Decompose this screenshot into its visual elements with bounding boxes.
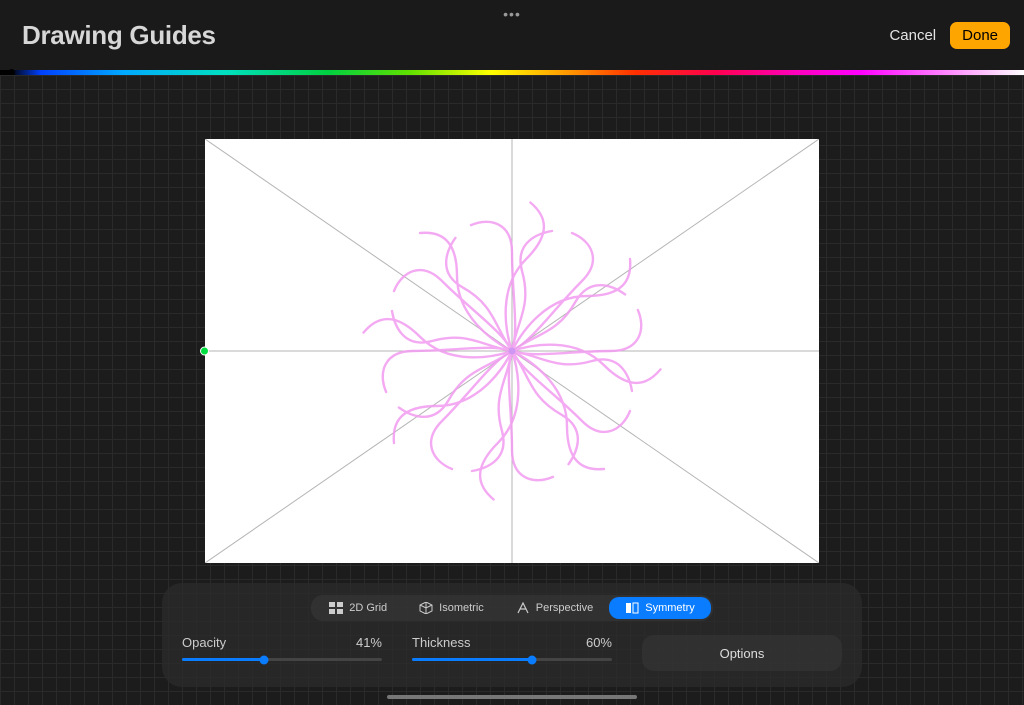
more-icon[interactable]: ••• (503, 6, 521, 22)
segment-label: 2D Grid (349, 602, 387, 614)
canvas[interactable] (205, 139, 819, 563)
thickness-slider-group: Thickness 60% (412, 635, 612, 661)
header-actions: Cancel Done (889, 22, 1010, 49)
cube-icon (419, 602, 433, 614)
segment-label: Perspective (536, 602, 593, 614)
guide-edge-handle[interactable] (200, 347, 209, 356)
opacity-slider[interactable] (182, 658, 382, 661)
opacity-slider-group: Opacity 41% (182, 635, 382, 661)
segment-isometric[interactable]: Isometric (403, 597, 500, 619)
segment-symmetry[interactable]: Symmetry (609, 597, 711, 619)
symmetry-icon (625, 602, 639, 614)
sliders-row: Opacity 41% Thickness 60% (182, 635, 842, 671)
canvas-area: 2D Grid Isometric Perspective (0, 75, 1024, 705)
canvas-svg (205, 139, 819, 563)
segment-label: Isometric (439, 602, 484, 614)
thickness-value: 60% (586, 635, 612, 650)
perspective-icon (516, 602, 530, 614)
guide-type-segmented-control: 2D Grid Isometric Perspective (311, 595, 713, 621)
opacity-label: Opacity (182, 635, 226, 650)
grid-icon (329, 602, 343, 614)
thickness-slider[interactable] (412, 658, 612, 661)
segment-2d-grid[interactable]: 2D Grid (313, 597, 403, 619)
done-button[interactable]: Done (950, 22, 1010, 49)
segment-perspective[interactable]: Perspective (500, 597, 609, 619)
thickness-label: Thickness (412, 635, 471, 650)
controls-panel: 2D Grid Isometric Perspective (162, 583, 862, 687)
home-indicator[interactable] (387, 695, 637, 699)
segment-label: Symmetry (645, 602, 695, 614)
options-button[interactable]: Options (642, 635, 842, 671)
opacity-value: 41% (356, 635, 382, 650)
cancel-button[interactable]: Cancel (889, 27, 936, 44)
page-title: Drawing Guides (22, 20, 216, 51)
